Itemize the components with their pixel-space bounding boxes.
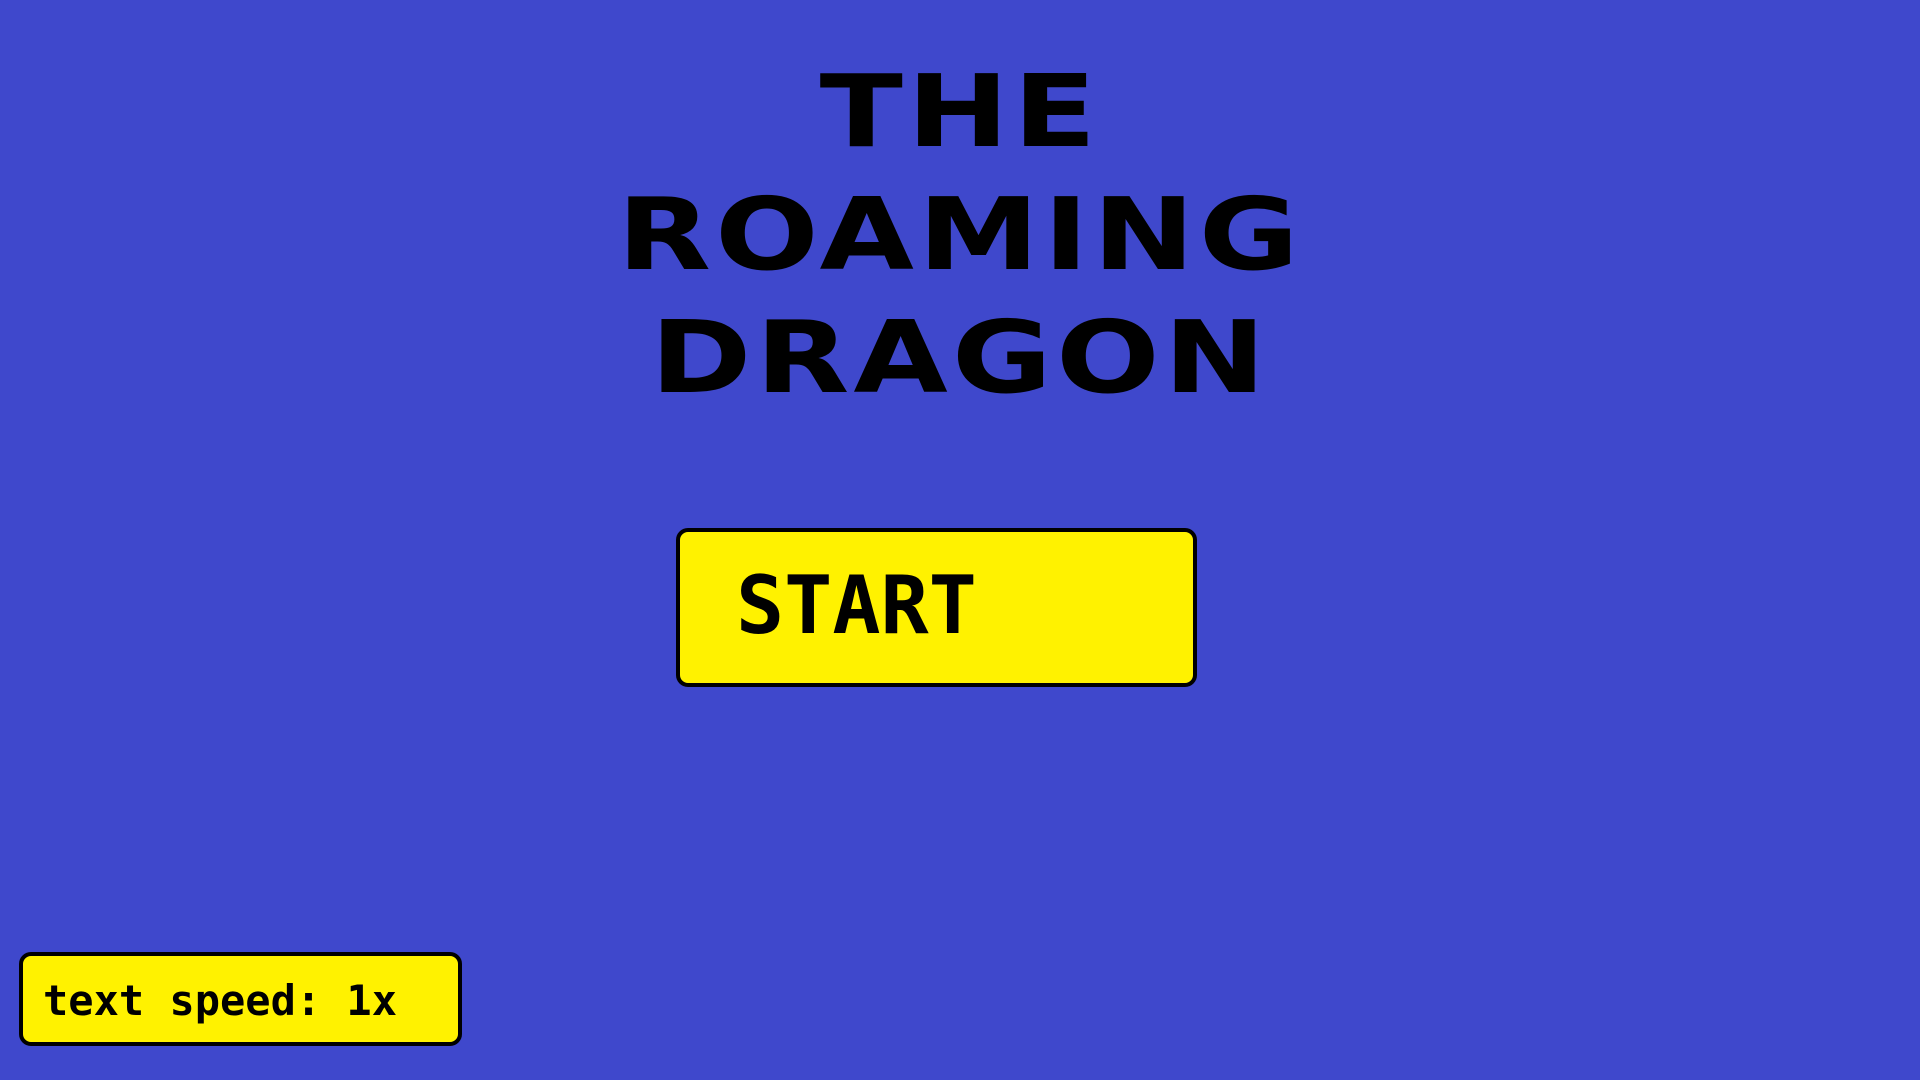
start-button-label: START <box>736 559 977 652</box>
title-line-3: DRAGON <box>650 299 1270 416</box>
text-speed-button[interactable]: text speed: 1x <box>19 952 462 1046</box>
text-speed-label: text speed: 1x <box>43 976 398 1025</box>
game-title: THE ROAMING DRAGON <box>0 50 1920 419</box>
start-button[interactable]: START <box>676 528 1197 687</box>
title-line-1: THE <box>819 53 1101 170</box>
title-line-2: ROAMING <box>617 176 1303 293</box>
